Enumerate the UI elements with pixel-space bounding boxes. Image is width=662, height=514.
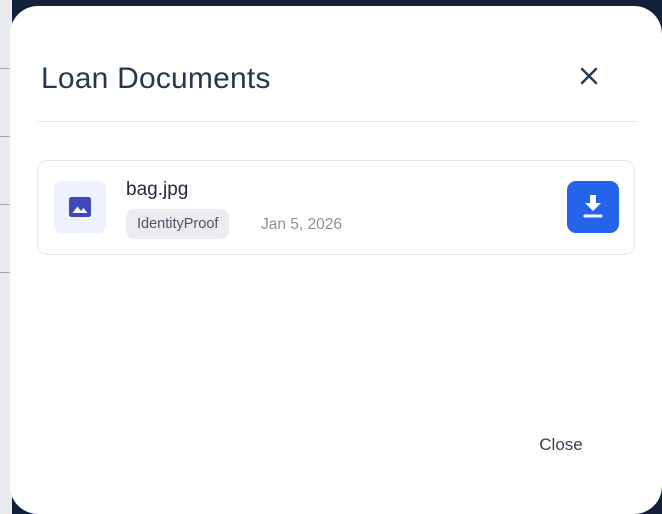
download-button[interactable] (567, 181, 619, 233)
loan-documents-modal: Loan Documents bag.jpg IdentityProof Jan… (10, 6, 662, 514)
download-icon (583, 195, 603, 218)
image-icon (54, 181, 106, 233)
document-date: Jan 5, 2026 (261, 216, 343, 233)
document-type-badge: IdentityProof (126, 209, 230, 239)
document-file-name: bag.jpg (126, 179, 189, 200)
document-list-item: bag.jpg IdentityProof Jan 5, 2026 (37, 160, 635, 255)
close-icon[interactable] (575, 62, 603, 90)
close-button[interactable]: Close (520, 429, 602, 461)
modal-title: Loan Documents (41, 62, 271, 95)
